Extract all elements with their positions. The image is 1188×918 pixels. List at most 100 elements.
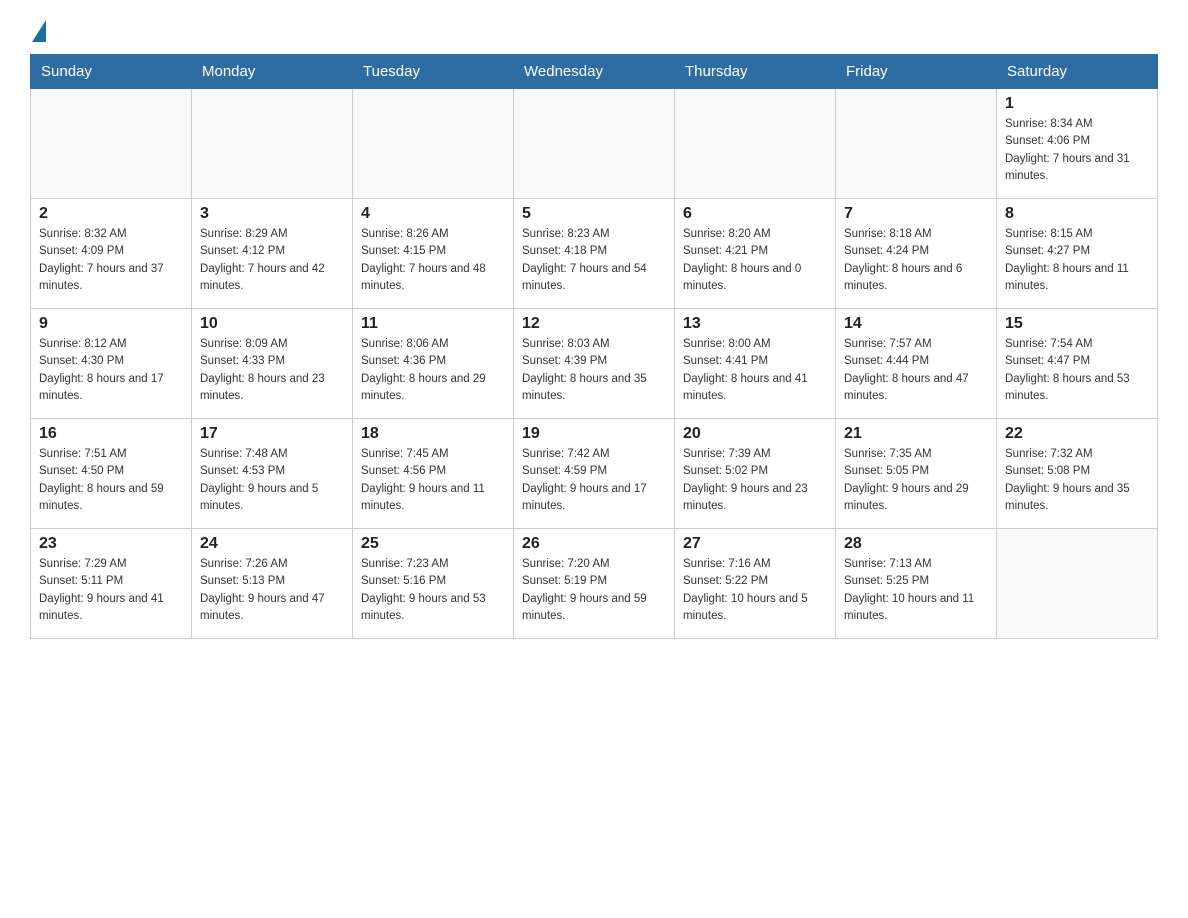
- day-number: 21: [844, 425, 988, 443]
- calendar-cell: 24 Sunrise: 7:26 AMSunset: 5:13 PMDayligh…: [192, 529, 353, 639]
- logo: [30, 20, 46, 44]
- day-number: 17: [200, 425, 344, 443]
- day-info: Sunrise: 7:48 AMSunset: 4:53 PMDaylight:…: [200, 446, 344, 515]
- day-number: 14: [844, 315, 988, 333]
- day-number: 6: [683, 205, 827, 223]
- day-info: Sunrise: 8:00 AMSunset: 4:41 PMDaylight:…: [683, 336, 827, 405]
- calendar-cell: 6 Sunrise: 8:20 AMSunset: 4:21 PMDaylight…: [675, 199, 836, 309]
- calendar-cell: 9 Sunrise: 8:12 AMSunset: 4:30 PMDaylight…: [31, 309, 192, 419]
- day-number: 3: [200, 205, 344, 223]
- calendar-cell: [997, 529, 1158, 639]
- calendar-cell: 7 Sunrise: 8:18 AMSunset: 4:24 PMDaylight…: [836, 199, 997, 309]
- day-number: 7: [844, 205, 988, 223]
- day-info: Sunrise: 7:29 AMSunset: 5:11 PMDaylight:…: [39, 556, 183, 625]
- calendar-cell: 1 Sunrise: 8:34 AMSunset: 4:06 PMDaylight…: [997, 89, 1158, 199]
- calendar-cell: 2 Sunrise: 8:32 AMSunset: 4:09 PMDaylight…: [31, 199, 192, 309]
- day-number: 20: [683, 425, 827, 443]
- day-number: 27: [683, 535, 827, 553]
- calendar-cell: 27 Sunrise: 7:16 AMSunset: 5:22 PMDayligh…: [675, 529, 836, 639]
- day-info: Sunrise: 8:12 AMSunset: 4:30 PMDaylight:…: [39, 336, 183, 405]
- calendar-cell: 28 Sunrise: 7:13 AMSunset: 5:25 PMDayligh…: [836, 529, 997, 639]
- calendar-cell: 13Sunrise: 8:00 AMSunset: 4:41 PMDayligh…: [675, 309, 836, 419]
- day-number: 11: [361, 315, 505, 333]
- calendar-cell: [514, 89, 675, 199]
- day-number: 9: [39, 315, 183, 333]
- day-info: Sunrise: 7:26 AMSunset: 5:13 PMDaylight:…: [200, 556, 344, 625]
- day-number: 26: [522, 535, 666, 553]
- calendar-cell: [836, 89, 997, 199]
- calendar-cell: [353, 89, 514, 199]
- day-number: 8: [1005, 205, 1149, 223]
- day-number: 19: [522, 425, 666, 443]
- week-row-2: 2 Sunrise: 8:32 AMSunset: 4:09 PMDaylight…: [31, 199, 1158, 309]
- calendar-cell: 17 Sunrise: 7:48 AMSunset: 4:53 PMDayligh…: [192, 419, 353, 529]
- weekday-header-wednesday: Wednesday: [514, 55, 675, 89]
- calendar-cell: [675, 89, 836, 199]
- calendar-cell: 18 Sunrise: 7:45 AMSunset: 4:56 PMDayligh…: [353, 419, 514, 529]
- day-info: Sunrise: 7:51 AMSunset: 4:50 PMDaylight:…: [39, 446, 183, 515]
- calendar-cell: 14 Sunrise: 7:57 AMSunset: 4:44 PMDayligh…: [836, 309, 997, 419]
- day-info: Sunrise: 7:45 AMSunset: 4:56 PMDaylight:…: [361, 446, 505, 515]
- weekday-header-sunday: Sunday: [31, 55, 192, 89]
- weekday-header-thursday: Thursday: [675, 55, 836, 89]
- day-number: 5: [522, 205, 666, 223]
- day-info: Sunrise: 8:20 AMSunset: 4:21 PMDaylight:…: [683, 226, 827, 295]
- day-number: 25: [361, 535, 505, 553]
- calendar-cell: 10 Sunrise: 8:09 AMSunset: 4:33 PMDayligh…: [192, 309, 353, 419]
- day-number: 18: [361, 425, 505, 443]
- day-info: Sunrise: 8:03 AMSunset: 4:39 PMDaylight:…: [522, 336, 666, 405]
- day-number: 23: [39, 535, 183, 553]
- day-info: Sunrise: 7:16 AMSunset: 5:22 PMDaylight:…: [683, 556, 827, 625]
- calendar-cell: 25 Sunrise: 7:23 AMSunset: 5:16 PMDayligh…: [353, 529, 514, 639]
- day-info: Sunrise: 8:34 AMSunset: 4:06 PMDaylight:…: [1005, 116, 1149, 185]
- day-info: Sunrise: 7:20 AMSunset: 5:19 PMDaylight:…: [522, 556, 666, 625]
- calendar-cell: [31, 89, 192, 199]
- day-number: 2: [39, 205, 183, 223]
- calendar-cell: 21Sunrise: 7:35 AMSunset: 5:05 PMDayligh…: [836, 419, 997, 529]
- day-info: Sunrise: 8:18 AMSunset: 4:24 PMDaylight:…: [844, 226, 988, 295]
- calendar-cell: 4 Sunrise: 8:26 AMSunset: 4:15 PMDaylight…: [353, 199, 514, 309]
- calendar-cell: 11 Sunrise: 8:06 AMSunset: 4:36 PMDayligh…: [353, 309, 514, 419]
- day-number: 22: [1005, 425, 1149, 443]
- calendar-cell: 5Sunrise: 8:23 AMSunset: 4:18 PMDaylight…: [514, 199, 675, 309]
- day-info: Sunrise: 7:42 AMSunset: 4:59 PMDaylight:…: [522, 446, 666, 515]
- day-info: Sunrise: 7:39 AMSunset: 5:02 PMDaylight:…: [683, 446, 827, 515]
- calendar-cell: 19 Sunrise: 7:42 AMSunset: 4:59 PMDayligh…: [514, 419, 675, 529]
- day-info: Sunrise: 8:09 AMSunset: 4:33 PMDaylight:…: [200, 336, 344, 405]
- calendar-cell: 23 Sunrise: 7:29 AMSunset: 5:11 PMDayligh…: [31, 529, 192, 639]
- week-row-3: 9 Sunrise: 8:12 AMSunset: 4:30 PMDaylight…: [31, 309, 1158, 419]
- calendar-cell: 26 Sunrise: 7:20 AMSunset: 5:19 PMDayligh…: [514, 529, 675, 639]
- page-header: [30, 20, 1158, 44]
- day-info: Sunrise: 7:54 AMSunset: 4:47 PMDaylight:…: [1005, 336, 1149, 405]
- day-info: Sunrise: 7:13 AMSunset: 5:25 PMDaylight:…: [844, 556, 988, 625]
- day-info: Sunrise: 8:15 AMSunset: 4:27 PMDaylight:…: [1005, 226, 1149, 295]
- day-number: 28: [844, 535, 988, 553]
- week-row-5: 23 Sunrise: 7:29 AMSunset: 5:11 PMDayligh…: [31, 529, 1158, 639]
- calendar-cell: 12 Sunrise: 8:03 AMSunset: 4:39 PMDayligh…: [514, 309, 675, 419]
- weekday-header-tuesday: Tuesday: [353, 55, 514, 89]
- weekday-header-saturday: Saturday: [997, 55, 1158, 89]
- day-number: 12: [522, 315, 666, 333]
- week-row-1: 1 Sunrise: 8:34 AMSunset: 4:06 PMDaylight…: [31, 89, 1158, 199]
- calendar-cell: 20 Sunrise: 7:39 AMSunset: 5:02 PMDayligh…: [675, 419, 836, 529]
- day-number: 24: [200, 535, 344, 553]
- calendar-cell: [192, 89, 353, 199]
- day-info: Sunrise: 8:06 AMSunset: 4:36 PMDaylight:…: [361, 336, 505, 405]
- day-info: Sunrise: 7:57 AMSunset: 4:44 PMDaylight:…: [844, 336, 988, 405]
- day-info: Sunrise: 7:23 AMSunset: 5:16 PMDaylight:…: [361, 556, 505, 625]
- day-info: Sunrise: 8:26 AMSunset: 4:15 PMDaylight:…: [361, 226, 505, 295]
- calendar-cell: 15Sunrise: 7:54 AMSunset: 4:47 PMDayligh…: [997, 309, 1158, 419]
- calendar-table: SundayMondayTuesdayWednesdayThursdayFrid…: [30, 54, 1158, 639]
- day-number: 4: [361, 205, 505, 223]
- calendar-cell: 3Sunrise: 8:29 AMSunset: 4:12 PMDaylight…: [192, 199, 353, 309]
- day-info: Sunrise: 8:32 AMSunset: 4:09 PMDaylight:…: [39, 226, 183, 295]
- calendar-cell: 8 Sunrise: 8:15 AMSunset: 4:27 PMDaylight…: [997, 199, 1158, 309]
- day-number: 1: [1005, 95, 1149, 113]
- calendar-header-row: SundayMondayTuesdayWednesdayThursdayFrid…: [31, 55, 1158, 89]
- calendar-cell: 22Sunrise: 7:32 AMSunset: 5:08 PMDayligh…: [997, 419, 1158, 529]
- day-number: 16: [39, 425, 183, 443]
- week-row-4: 16 Sunrise: 7:51 AMSunset: 4:50 PMDayligh…: [31, 419, 1158, 529]
- day-number: 10: [200, 315, 344, 333]
- logo-triangle-icon: [32, 20, 46, 42]
- weekday-header-monday: Monday: [192, 55, 353, 89]
